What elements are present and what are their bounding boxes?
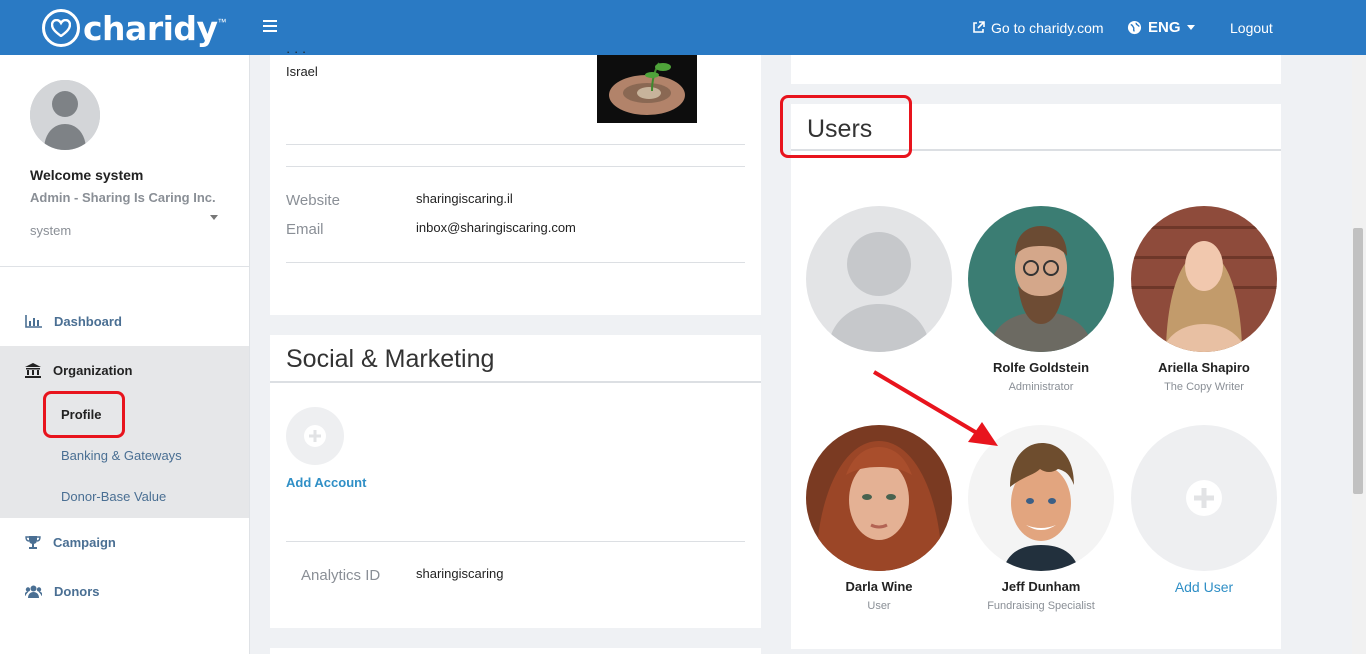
user-role: Fundraising Specialist [987, 600, 1095, 612]
profile-annotation-box [43, 391, 125, 438]
add-account-link[interactable]: Add Account [286, 475, 366, 490]
social-marketing-card: Social & Marketing Add Account Analytics… [270, 335, 761, 628]
users-annotation-box [780, 95, 912, 158]
sidebar-item-campaign[interactable]: Campaign [0, 527, 249, 557]
add-account-button[interactable] [286, 407, 344, 465]
sidebar-item-banking-gateways[interactable]: Banking & Gateways [61, 448, 182, 463]
chevron-down-icon [1186, 25, 1195, 30]
user-role: The Copy Writer [1164, 381, 1244, 393]
add-user-link[interactable]: Add User [1131, 579, 1277, 595]
user-avatar-ariella [1131, 206, 1277, 352]
logo-text: charidy [83, 8, 218, 48]
email-value: inbox@sharingiscaring.com [416, 220, 576, 235]
user-name: Darla Wine [845, 579, 913, 594]
add-user-card[interactable]: Add User [1131, 425, 1277, 595]
user-name: Ariella Shapiro [1158, 360, 1250, 375]
organization-name: Admin - Sharing Is Caring Inc. [30, 190, 216, 205]
external-link-icon [973, 21, 985, 33]
top-right-card [791, 55, 1281, 84]
sidebar-item-donors[interactable]: Donors [0, 576, 249, 606]
sidebar-item-dashboard[interactable]: Dashboard [0, 306, 249, 336]
user-role: User [867, 600, 891, 612]
country-value: Israel [286, 64, 318, 79]
top-navbar: charidy ™ Go to charidy.com ENG Logout [0, 0, 1366, 55]
add-user-button[interactable] [1131, 425, 1277, 571]
social-section-title: Social & Marketing [286, 345, 495, 373]
email-label: Email [286, 221, 324, 238]
user-name: Jeff Dunham [1001, 579, 1081, 594]
user-avatar-rolfe [968, 206, 1114, 352]
bar-chart-icon [25, 314, 42, 328]
trophy-icon [25, 536, 41, 549]
plus-icon [1186, 480, 1222, 516]
website-value: sharingiscaring.il [416, 191, 513, 206]
bank-icon [25, 362, 41, 378]
profile-card: · · · Israel Website sharingiscaring.il … [270, 44, 761, 315]
welcome-text: Welcome system [30, 167, 144, 183]
organization-logo-image [597, 55, 697, 123]
charidy-logo[interactable]: charidy ™ [42, 8, 227, 48]
analytics-label: Analytics ID [301, 567, 381, 584]
plus-icon [304, 425, 326, 447]
go-to-charidy-link[interactable]: Go to charidy.com [972, 0, 1104, 55]
language-dropdown[interactable]: ENG [1127, 0, 1195, 55]
heart-logo-icon [42, 9, 80, 47]
menu-toggle-icon[interactable] [263, 20, 277, 32]
user-card-ariella[interactable]: Ariella Shapiro The Copy Writer [1131, 206, 1277, 393]
user-dropdown-caret-icon[interactable] [210, 215, 218, 220]
sidebar-item-donor-base-value[interactable]: Donor-Base Value [61, 489, 166, 504]
sidebar-item-organization[interactable]: Organization [0, 355, 249, 385]
analytics-value: sharingiscaring [416, 566, 504, 581]
annotation-arrow [872, 370, 998, 446]
user-card-placeholder[interactable] [806, 206, 952, 352]
scrollbar-thumb[interactable] [1353, 228, 1363, 494]
logout-link[interactable]: Logout [1230, 0, 1273, 55]
divider [0, 266, 249, 267]
website-label: Website [286, 192, 340, 209]
user-avatar [30, 80, 100, 150]
globe-icon [1127, 20, 1142, 35]
default-avatar [806, 206, 952, 352]
sidebar: Welcome system Admin - Sharing Is Caring… [0, 55, 250, 654]
username: system [30, 223, 72, 238]
users-icon [25, 585, 42, 598]
